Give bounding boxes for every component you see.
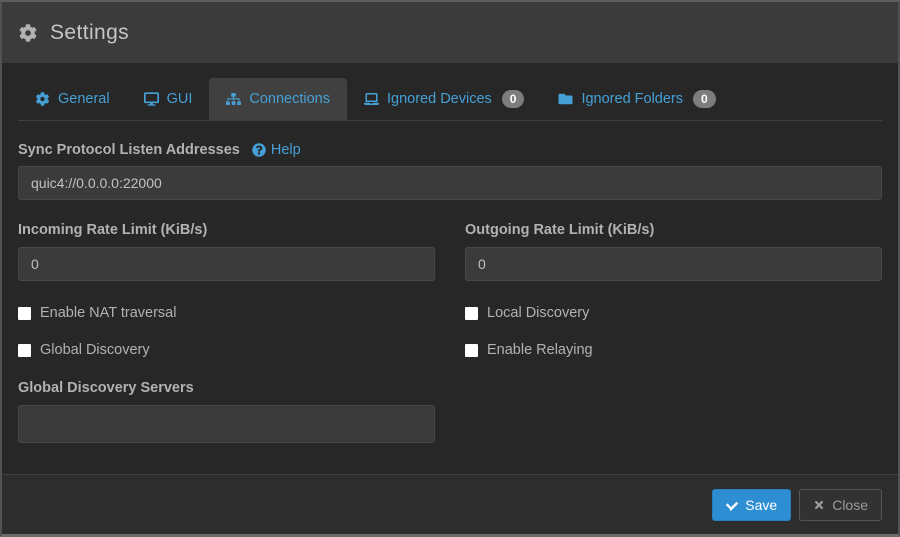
outgoing-rate-label: Outgoing Rate Limit (KiB/s) [465, 222, 654, 238]
global-discovery-servers-input[interactable] [18, 405, 435, 443]
tab-label: General [58, 91, 110, 107]
dialog-body: General GUI Connections Ignored Devices [2, 63, 898, 474]
checkbox-box[interactable] [18, 307, 31, 320]
listen-addresses-input[interactable] [18, 166, 882, 200]
options-checkbox-grid: Enable NAT traversal Local Discovery Glo… [18, 305, 882, 358]
tab-connections[interactable]: Connections [209, 78, 347, 120]
dialog-footer: Save Close [2, 474, 898, 534]
tab-ignored-devices[interactable]: Ignored Devices 0 [347, 78, 541, 120]
checkbox-box[interactable] [465, 344, 478, 357]
check-icon [726, 499, 738, 511]
question-circle-icon [252, 143, 266, 157]
incoming-rate-label: Incoming Rate Limit (KiB/s) [18, 222, 207, 238]
tab-label: Ignored Folders [581, 91, 683, 107]
tab-general[interactable]: General [18, 78, 127, 120]
ignored-folders-count-badge: 0 [693, 90, 716, 108]
settings-tabs: General GUI Connections Ignored Devices [18, 78, 882, 121]
save-button[interactable]: Save [712, 489, 791, 521]
dialog-header: Settings [2, 2, 898, 63]
checkbox-box[interactable] [18, 344, 31, 357]
listen-addresses-group: Sync Protocol Listen Addresses Help [18, 142, 882, 200]
checkbox-label: Global Discovery [40, 342, 150, 358]
tab-ignored-folders[interactable]: Ignored Folders 0 [541, 78, 732, 120]
outgoing-rate-input[interactable] [465, 247, 882, 281]
checkbox-label: Enable Relaying [487, 342, 593, 358]
checkbox-label: Enable NAT traversal [40, 305, 176, 321]
tab-label: Connections [249, 91, 330, 107]
incoming-rate-input[interactable] [18, 247, 435, 281]
help-link[interactable]: Help [252, 142, 301, 158]
checkbox-box[interactable] [465, 307, 478, 320]
gear-icon [35, 92, 50, 106]
global-discovery-servers-label: Global Discovery Servers [18, 380, 194, 396]
settings-dialog: Settings General GUI Connections [0, 0, 900, 537]
close-button-label: Close [832, 498, 868, 512]
listen-addresses-label: Sync Protocol Listen Addresses [18, 142, 240, 158]
close-button[interactable]: Close [799, 489, 882, 521]
incoming-rate-group: Incoming Rate Limit (KiB/s) [18, 221, 435, 281]
rate-limits-row: Incoming Rate Limit (KiB/s) Outgoing Rat… [18, 221, 882, 281]
enable-nat-traversal-checkbox[interactable]: Enable NAT traversal [18, 305, 435, 321]
help-link-label: Help [271, 142, 301, 158]
gear-icon [19, 24, 37, 42]
ignored-devices-count-badge: 0 [502, 90, 525, 108]
close-icon [813, 499, 825, 511]
tab-gui[interactable]: GUI [127, 78, 210, 120]
local-discovery-checkbox[interactable]: Local Discovery [465, 305, 882, 321]
sitemap-icon [226, 92, 241, 106]
global-discovery-servers-group: Global Discovery Servers [18, 379, 435, 443]
tab-label: Ignored Devices [387, 91, 492, 107]
checkbox-label: Local Discovery [487, 305, 589, 321]
outgoing-rate-group: Outgoing Rate Limit (KiB/s) [465, 221, 882, 281]
global-discovery-servers-row: Global Discovery Servers [18, 379, 882, 443]
tab-label: GUI [167, 91, 193, 107]
laptop-icon [364, 92, 379, 106]
folder-icon [558, 92, 573, 106]
global-discovery-checkbox[interactable]: Global Discovery [18, 342, 435, 358]
enable-relaying-checkbox[interactable]: Enable Relaying [465, 342, 882, 358]
save-button-label: Save [745, 498, 777, 512]
monitor-icon [144, 92, 159, 106]
dialog-title: Settings [50, 21, 129, 45]
